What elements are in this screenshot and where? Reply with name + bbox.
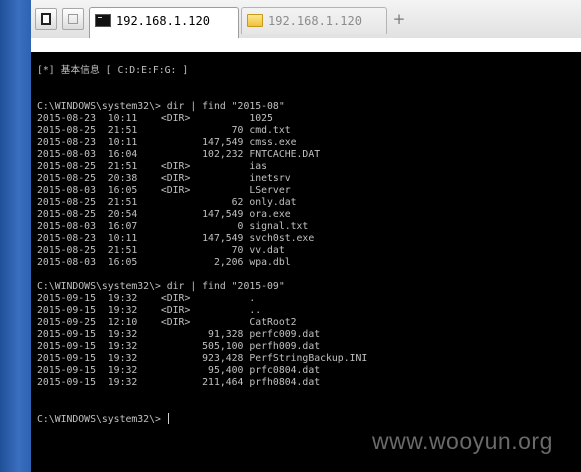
terminal-line: 2015-09-25 12:10 <DIR> CatRoot2 bbox=[37, 317, 297, 328]
tab-file-manager[interactable]: 192.168.1.120 bbox=[241, 7, 387, 34]
terminal-line: 2015-09-15 19:32 505,100 perfh009.dat bbox=[37, 341, 321, 352]
text-cursor bbox=[167, 413, 169, 424]
blank-icon bbox=[68, 14, 78, 24]
terminal-line: 2015-08-25 21:51 70 cmd.txt bbox=[37, 125, 291, 136]
terminal-line: 2015-08-25 21:51 <DIR> ias bbox=[37, 161, 268, 172]
terminal-line: C:\WINDOWS\system32\> dir | find "2015-0… bbox=[37, 281, 285, 292]
terminal-icon bbox=[95, 14, 111, 27]
new-tab-button[interactable]: + bbox=[392, 12, 406, 27]
tab-label: 192.168.1.120 bbox=[268, 14, 362, 28]
terminal-line: 2015-09-15 19:32 211,464 prfh0804.dat bbox=[37, 377, 321, 388]
terminal-line: [*] 基本信息 [ C:D:E:F:G: ] bbox=[37, 65, 189, 76]
tab-terminal[interactable]: 192.168.1.120 bbox=[89, 7, 239, 38]
watermark-text: www.wooyun.org bbox=[372, 428, 553, 454]
terminal-line: 2015-08-23 10:11 <DIR> 1025 bbox=[37, 113, 273, 124]
prompt-line[interactable]: C:\WINDOWS\system32\> bbox=[37, 413, 169, 425]
toolbar-strip bbox=[31, 38, 581, 52]
folder-icon bbox=[247, 14, 263, 27]
terminal-line: 2015-08-03 16:05 2,206 wpa.dbl bbox=[37, 257, 291, 268]
terminal-line: 2015-09-15 19:32 91,328 perfc009.dat bbox=[37, 329, 321, 340]
window-button[interactable] bbox=[35, 8, 57, 30]
terminal-line: 2015-09-15 19:32 95,400 prfc0804.dat bbox=[37, 365, 321, 376]
terminal-line: 2015-08-25 21:51 70 vv.dat bbox=[37, 245, 285, 256]
terminal-line: 2015-08-25 21:51 62 only.dat bbox=[37, 197, 297, 208]
desktop-edge bbox=[0, 0, 31, 472]
app-window: 192.168.1.120 192.168.1.120 + [*] 基本信息 [… bbox=[0, 0, 581, 472]
terminal-line: 2015-08-23 10:11 147,549 cmss.exe bbox=[37, 137, 297, 148]
terminal-line: 2015-08-25 20:38 <DIR> inetsrv bbox=[37, 173, 291, 184]
blank-button[interactable] bbox=[62, 8, 84, 30]
terminal-output[interactable]: [*] 基本信息 [ C:D:E:F:G: ] C:\WINDOWS\system… bbox=[31, 52, 581, 472]
terminal-line: 2015-08-03 16:07 0 signal.txt bbox=[37, 221, 309, 232]
terminal-line: 2015-08-23 10:11 147,549 svch0st.exe bbox=[37, 233, 315, 244]
tab-label: 192.168.1.120 bbox=[116, 14, 210, 28]
terminal-line: 2015-08-03 16:04 102,232 FNTCACHE.DAT bbox=[37, 149, 321, 160]
terminal-line: 2015-09-15 19:32 <DIR> . bbox=[37, 293, 256, 304]
window-icon bbox=[41, 13, 51, 25]
terminal-line: 2015-08-25 20:54 147,549 ora.exe bbox=[37, 209, 291, 220]
terminal-line: 2015-09-15 19:32 923,428 PerfStringBacku… bbox=[37, 353, 368, 364]
terminal-line: C:\WINDOWS\system32\> dir | find "2015-0… bbox=[37, 101, 285, 112]
tab-bar: 192.168.1.120 192.168.1.120 + bbox=[31, 0, 581, 39]
terminal-line: 2015-08-03 16:05 <DIR> LServer bbox=[37, 185, 291, 196]
terminal-line: 2015-09-15 19:32 <DIR> .. bbox=[37, 305, 262, 316]
prompt-text: C:\WINDOWS\system32\> bbox=[37, 414, 167, 425]
